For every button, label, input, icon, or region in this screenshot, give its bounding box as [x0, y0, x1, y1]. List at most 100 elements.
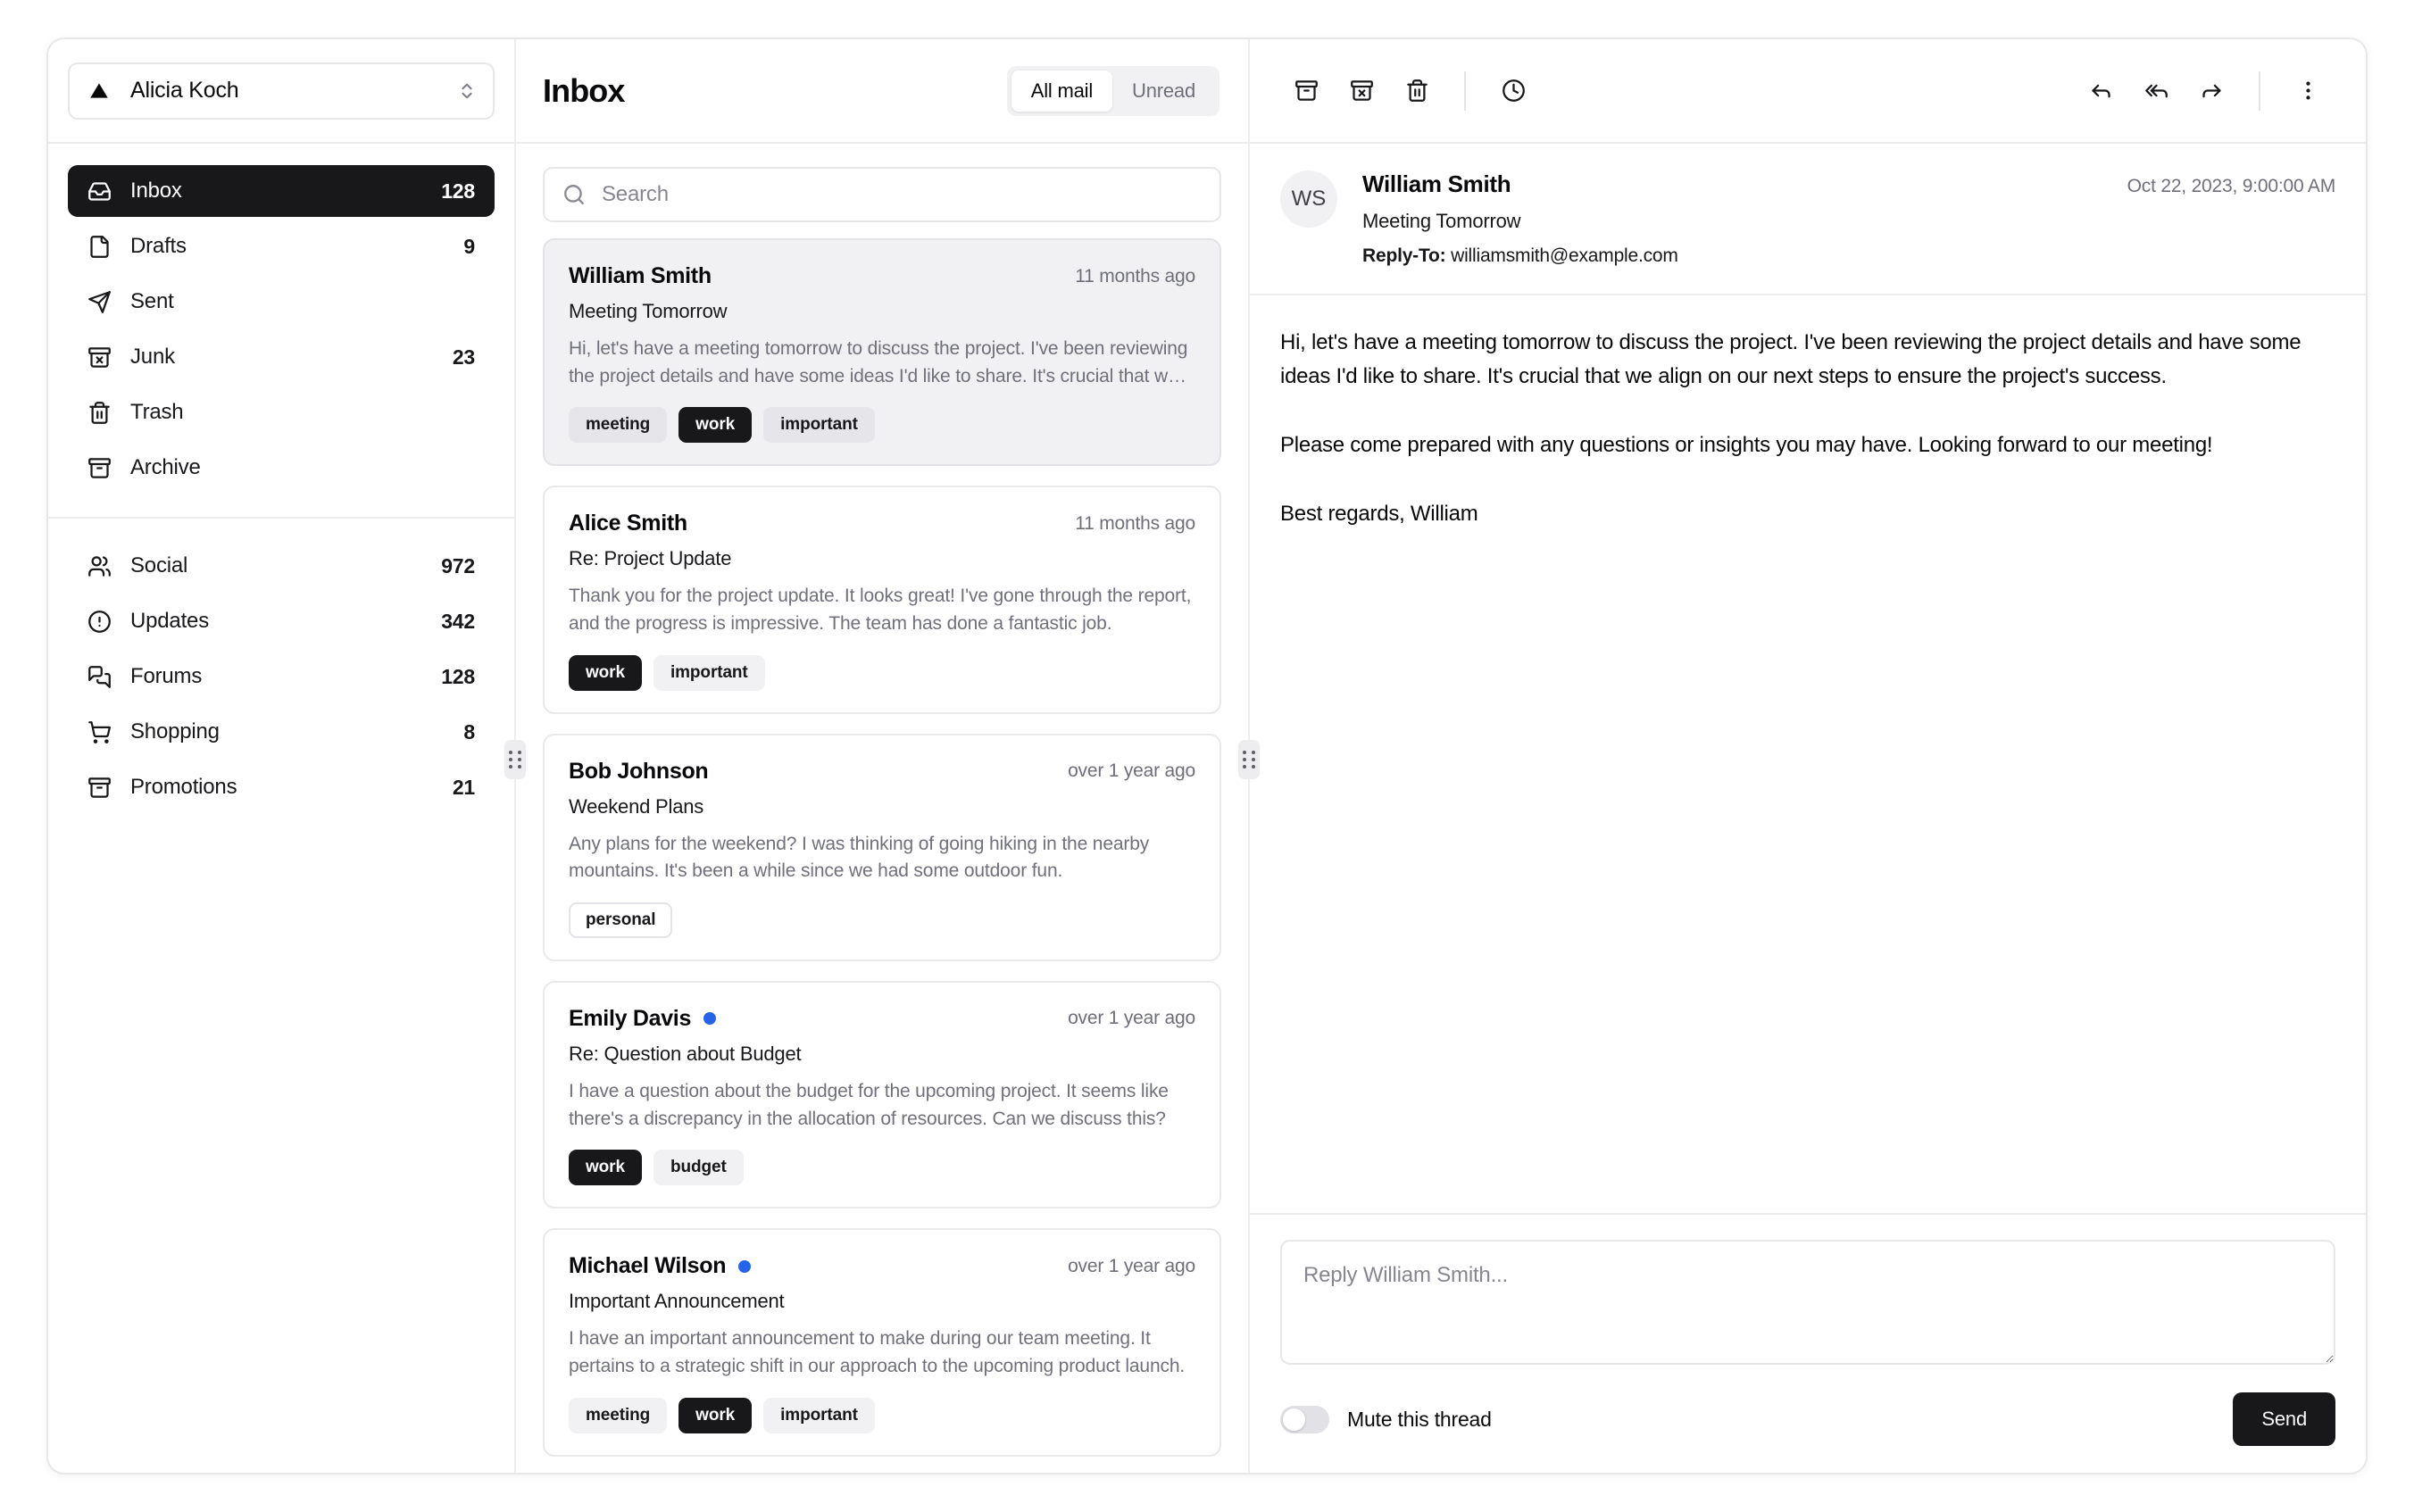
mail-list-item[interactable]: Michael Wilson over 1 year ago Important…: [543, 1228, 1221, 1457]
mail-item-badges: meeting work important: [569, 407, 1195, 444]
mute-thread-label[interactable]: Mute this thread: [1347, 1408, 1492, 1432]
reply-to-email: williamsmith@example.com: [1451, 245, 1678, 266]
mail-item-subject: Re: Question about Budget: [569, 1042, 802, 1065]
archive-x-icon: [87, 345, 112, 370]
message-reply-to: Reply-To: williamsmith@example.com: [1362, 245, 2127, 267]
mail-item-sender: Michael Wilson: [569, 1253, 727, 1279]
grip-dots-icon: [1243, 751, 1255, 768]
mail-item-badge[interactable]: work: [678, 407, 753, 444]
mail-item-sender: Alice Smith: [569, 511, 687, 536]
archive-icon: [87, 456, 112, 480]
toolbar-divider: [2259, 71, 2260, 111]
sidebar-item-count: 21: [452, 775, 475, 799]
mail-list-panel: Inbox All mail Unread William Smith 11 m…: [516, 39, 1248, 1473]
sidebar-item-count: 972: [441, 553, 475, 577]
message-header-text: William Smith Meeting Tomorrow Reply-To:…: [1362, 170, 2127, 267]
mail-item-badge[interactable]: personal: [569, 901, 673, 938]
unread-indicator-dot: [703, 1012, 717, 1026]
sidebar-item-count: 9: [463, 234, 475, 258]
sidebar-item-inbox[interactable]: Inbox 128: [68, 165, 495, 217]
snooze-button[interactable]: [1486, 63, 1541, 119]
sidebar-item-label: Archive: [130, 455, 201, 479]
mail-item-badge[interactable]: meeting: [569, 407, 668, 444]
sidebar-item-count: 23: [452, 345, 475, 369]
mail-list-item[interactable]: William Smith 11 months ago Meeting Tomo…: [543, 238, 1221, 467]
mail-item-badge[interactable]: important: [653, 654, 765, 691]
mail-item-date: over 1 year ago: [1068, 1008, 1195, 1029]
mail-item-badge[interactable]: work: [569, 1150, 642, 1186]
resize-handle-reader[interactable]: [1238, 740, 1260, 779]
sidebar-item-forums[interactable]: Forums 128: [68, 651, 495, 702]
sidebar-item-label: Shopping: [130, 719, 220, 744]
sidebar-item-count: 342: [441, 609, 475, 633]
users-icon: [87, 554, 112, 578]
archive-button[interactable]: [1278, 63, 1334, 119]
mail-item-subject: Important Announcement: [569, 1290, 785, 1313]
mail-item-date: over 1 year ago: [1068, 760, 1195, 782]
sidebar-item-archive[interactable]: Archive: [68, 442, 495, 494]
account-name: Alicia Koch: [130, 78, 239, 103]
sidebar-item-label: Social: [130, 553, 188, 577]
search-input[interactable]: [602, 182, 1202, 207]
mail-item-badge[interactable]: important: [763, 1397, 875, 1433]
reply-all-button[interactable]: [2128, 63, 2184, 119]
mail-item-badge[interactable]: work: [569, 654, 642, 691]
mail-item-sender: Emily Davis: [569, 1005, 692, 1031]
file-icon: [87, 235, 112, 259]
sidebar-item-trash[interactable]: Trash: [68, 386, 495, 438]
unread-indicator-dot: [738, 1259, 752, 1273]
archive-x-icon: [1350, 79, 1374, 103]
chevrons-up-down-icon: [457, 81, 477, 101]
mail-item-sender: William Smith: [569, 263, 712, 288]
sidebar-item-promotions[interactable]: Promotions 21: [68, 761, 495, 813]
mail-item-badge[interactable]: budget: [653, 1150, 744, 1186]
message-sender: William Smith: [1362, 170, 1511, 197]
mute-thread-toggle[interactable]: [1280, 1405, 1329, 1433]
mail-item-date: over 1 year ago: [1068, 1255, 1195, 1276]
move-to-trash-button[interactable]: [1389, 63, 1444, 119]
mail-list-item[interactable]: Emily Davis over 1 year ago Re: Question…: [543, 980, 1221, 1209]
reply-composer: Mute this thread Send: [1250, 1213, 2366, 1473]
sidebar-item-drafts[interactable]: Drafts 9: [68, 220, 495, 272]
triangle-logo-icon: [87, 79, 111, 103]
search-bar-wrap: [516, 144, 1248, 238]
move-to-junk-button[interactable]: [1334, 63, 1389, 119]
mail-item-top-row: Michael Wilson over 1 year ago: [569, 1253, 1195, 1279]
mail-item-top-row: William Smith 11 months ago: [569, 263, 1195, 289]
sidebar-item-shopping[interactable]: Shopping 8: [68, 706, 495, 758]
sidebar-item-label: Updates: [130, 609, 209, 633]
mail-filter-tabs: All mail Unread: [1006, 65, 1219, 116]
reply-textarea[interactable]: [1280, 1240, 2335, 1365]
alert-circle-icon: [87, 610, 112, 634]
mail-item-badges: work important: [569, 654, 1195, 691]
mail-list-item[interactable]: Bob Johnson over 1 year ago Weekend Plan…: [543, 733, 1221, 961]
reply-button[interactable]: [2073, 63, 2128, 119]
messages-square-icon: [87, 665, 112, 689]
mail-item-badges: meeting work important: [569, 1397, 1195, 1433]
mail-item-subject: Meeting Tomorrow: [569, 300, 728, 322]
mail-item-top-row: Emily Davis over 1 year ago: [569, 1006, 1195, 1032]
mail-item-badge[interactable]: work: [678, 1397, 753, 1433]
mail-item-top-row: Bob Johnson over 1 year ago: [569, 759, 1195, 785]
mail-list-item[interactable]: Alice Smith 11 months ago Re: Project Up…: [543, 486, 1221, 714]
more-options-button[interactable]: [2280, 63, 2335, 119]
send-button[interactable]: Send: [2233, 1392, 2335, 1446]
tab-unread[interactable]: Unread: [1112, 71, 1215, 112]
tab-all-mail[interactable]: All mail: [1011, 70, 1113, 112]
mail-item-badge[interactable]: important: [763, 407, 875, 444]
composer-actions-row: Mute this thread Send: [1280, 1392, 2335, 1446]
mail-item-badge[interactable]: meeting: [569, 1397, 668, 1433]
forward-button[interactable]: [2184, 63, 2239, 119]
message-date: Oct 22, 2023, 9:00:00 AM: [2127, 176, 2336, 196]
sidebar-item-count: 128: [441, 664, 475, 688]
sidebar-item-sent[interactable]: Sent: [68, 276, 495, 328]
sidebar-item-social[interactable]: Social 972: [68, 540, 495, 592]
forward-icon: [2200, 79, 2224, 103]
account-switcher[interactable]: Alicia Koch: [68, 62, 495, 120]
sidebar-item-label: Sent: [130, 289, 174, 313]
mail-item-preview: I have a question about the budget for t…: [569, 1080, 1169, 1129]
sidebar-item-junk[interactable]: Junk 23: [68, 331, 495, 383]
mail-list-scroll[interactable]: William Smith 11 months ago Meeting Tomo…: [516, 238, 1248, 1473]
sidebar-item-updates[interactable]: Updates 342: [68, 595, 495, 647]
search-box[interactable]: [543, 167, 1221, 222]
